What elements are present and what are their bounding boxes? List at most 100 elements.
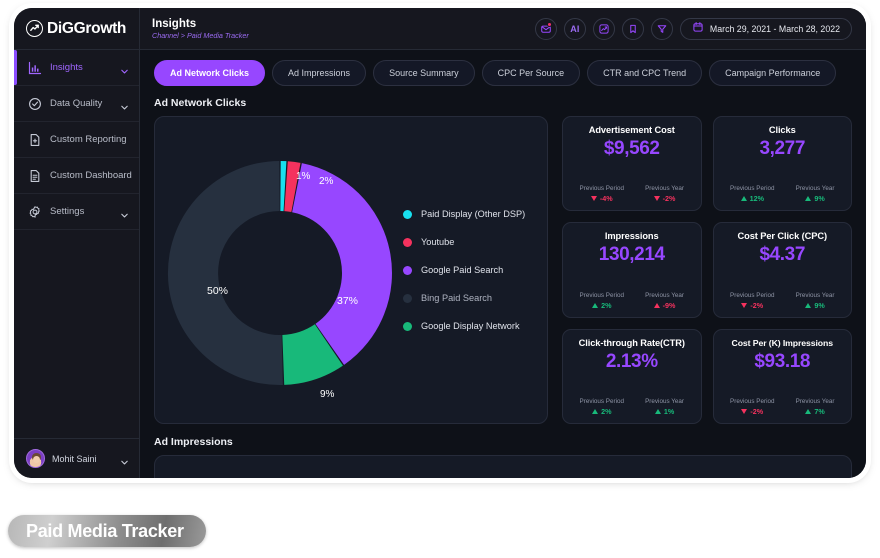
kpi-value: 2.13% — [605, 350, 658, 372]
filter-button[interactable] — [650, 17, 673, 40]
kpi-comparison: Previous Period -2% Previous Year 9% — [720, 292, 846, 310]
sidebar-item-label: Custom Dashboard — [50, 170, 132, 181]
kpi-previous-period: Previous Period -4% — [580, 185, 624, 203]
legend-item[interactable]: Paid Display (Other DSP) — [403, 209, 525, 219]
content-area: Ad Network Clicks Ad Impressions Source … — [140, 50, 866, 478]
kpi-title: Click-through Rate(CTR) — [578, 337, 685, 348]
sidebar-user-menu[interactable]: Mohit Saini — [14, 438, 139, 478]
ai-button[interactable]: AI — [563, 17, 586, 40]
legend-item[interactable]: Youtube — [403, 237, 525, 247]
kpi-comparison: Previous Period 2% Previous Year 1% — [569, 398, 695, 416]
kpi-compare-value: 2% — [592, 301, 611, 310]
mail-button[interactable] — [534, 17, 557, 40]
tab-ad-impressions[interactable]: Ad Impressions — [272, 60, 367, 86]
brand-logo[interactable]: DiGGrowth — [14, 8, 139, 50]
kpi-previous-year: Previous Year -9% — [645, 292, 684, 310]
kpi-compare-label: Previous Year — [645, 291, 684, 299]
legend-label: Google Paid Search — [421, 265, 504, 275]
kpi-comparison: Previous Period -2% Previous Year 7% — [720, 398, 846, 416]
kpi-previous-year: Previous Year 9% — [796, 185, 835, 203]
legend-color-swatch — [403, 209, 412, 219]
legend-item[interactable]: Bing Paid Search — [403, 293, 525, 303]
kpi-compare-value: -2% — [653, 194, 675, 203]
kpi-previous-year: Previous Year -2% — [645, 185, 684, 203]
kpi-comparison: Previous Period 2% Previous Year -9% — [569, 292, 695, 310]
insights-chart-button[interactable] — [592, 17, 615, 40]
legend-label: Bing Paid Search — [421, 293, 492, 303]
tab-bar: Ad Network Clicks Ad Impressions Source … — [154, 60, 852, 86]
tab-ctr-and-cpc-trend[interactable]: CTR and CPC Trend — [587, 60, 703, 86]
dashboard-row: 50% 37% 9% 1% 2% Paid Display (Other DSP… — [154, 116, 852, 424]
legend-item[interactable]: Google Display Network — [403, 321, 525, 331]
sidebar-item-insights[interactable]: Insights — [14, 50, 139, 86]
kpi-compare-label: Previous Year — [795, 291, 835, 299]
kpi-card-impressions: Impressions 130,214 Previous Period 2% P… — [562, 222, 702, 318]
sidebar-item-label: Insights — [50, 62, 83, 73]
chevron-down-icon — [120, 454, 129, 465]
legend-label: Google Display Network — [421, 321, 520, 331]
line-chart-icon — [598, 23, 610, 35]
filter-icon — [656, 23, 668, 35]
sidebar-item-custom-dashboard[interactable]: Custom Dashboard — [14, 158, 139, 194]
donut-slice[interactable] — [167, 161, 283, 385]
ad-impressions-chart-card — [154, 455, 852, 478]
kpi-compare-value: -2% — [741, 407, 763, 416]
kpi-previous-period: Previous Period 2% — [580, 398, 624, 416]
tab-campaign-performance[interactable]: Campaign Performance — [709, 60, 837, 86]
kpi-value: 130,214 — [598, 244, 665, 266]
date-range-value: March 29, 2021 - March 28, 2022 — [709, 23, 840, 34]
kpi-compare-value: 2% — [592, 407, 611, 416]
chevron-down-icon — [120, 207, 129, 218]
kpi-previous-period: Previous Period 12% — [730, 185, 774, 203]
tab-ad-network-clicks[interactable]: Ad Network Clicks — [154, 60, 266, 86]
kpi-comparison: Previous Period 12% Previous Year 9% — [720, 185, 846, 203]
legend-label: Paid Display (Other DSP) — [421, 209, 526, 219]
sidebar-item-custom-reporting[interactable]: Custom Reporting — [14, 122, 139, 158]
top-bar: Insights Channel > Paid Media Tracker AI — [140, 8, 866, 50]
bookmark-button[interactable] — [621, 17, 644, 40]
kpi-card-clicks: Clicks 3,277 Previous Period 12% Previou… — [712, 116, 852, 212]
gear-icon — [28, 205, 42, 219]
kpi-card-cost-per-click: Cost Per Click (CPC) $4.37 Previous Peri… — [712, 222, 852, 318]
legend-item[interactable]: Google Paid Search — [403, 265, 525, 275]
bookmark-icon — [627, 23, 639, 35]
main-area: Insights Channel > Paid Media Tracker AI — [140, 8, 866, 478]
kpi-compare-label: Previous Year — [795, 398, 835, 405]
chevron-down-icon — [120, 99, 129, 110]
trend-circle-icon — [26, 20, 43, 37]
kpi-previous-year: Previous Year 1% — [645, 398, 684, 416]
legend-color-swatch — [403, 293, 412, 303]
kpi-compare-value: 9% — [805, 301, 825, 310]
donut-chart: 50% 37% 9% 1% 2% — [165, 145, 395, 400]
kpi-previous-period: Previous Period 2% — [580, 292, 624, 310]
kpi-value: $4.37 — [759, 244, 806, 266]
kpi-compare-label: Previous Year — [795, 185, 835, 193]
legend-color-swatch — [403, 237, 412, 247]
tab-cpc-per-source[interactable]: CPC Per Source — [481, 60, 581, 86]
kpi-compare-label: Previous Year — [645, 398, 684, 405]
tab-source-summary[interactable]: Source Summary — [373, 60, 475, 86]
kpi-compare-value: 1% — [654, 407, 674, 416]
bar-chart-icon — [28, 61, 42, 75]
kpi-compare-label: Previous Period — [579, 398, 624, 405]
user-name: Mohit Saini — [52, 453, 97, 464]
chevron-down-icon — [120, 63, 129, 74]
kpi-title: Cost Per Click (CPC) — [737, 231, 828, 242]
sidebar-item-data-quality[interactable]: Data Quality — [14, 86, 139, 122]
kpi-compare-value: 9% — [805, 194, 825, 203]
kpi-value: $9,562 — [603, 138, 660, 159]
page-label-chip: Paid Media Tracker — [8, 515, 206, 547]
date-range-picker[interactable]: March 29, 2021 - March 28, 2022 — [679, 17, 852, 40]
file-plus-icon — [28, 133, 42, 147]
top-bar-actions: AI March 29, 2021 - March 28, 2022 — [534, 17, 852, 40]
kpi-grid: Advertisement Cost $9,562 Previous Perio… — [562, 116, 852, 424]
section-title-ad-impressions: Ad Impressions — [154, 436, 233, 448]
ad-network-clicks-chart-card: 50% 37% 9% 1% 2% Paid Display (Other DSP… — [154, 116, 548, 424]
kpi-compare-label: Previous Period — [579, 291, 624, 299]
kpi-compare-value: 12% — [740, 194, 764, 203]
kpi-card-click-through-rate: Click-through Rate(CTR) 2.13% Previous P… — [562, 328, 702, 424]
sidebar-item-settings[interactable]: Settings — [14, 194, 139, 230]
kpi-compare-value: 7% — [805, 407, 825, 416]
kpi-compare-label: Previous Year — [645, 185, 684, 193]
